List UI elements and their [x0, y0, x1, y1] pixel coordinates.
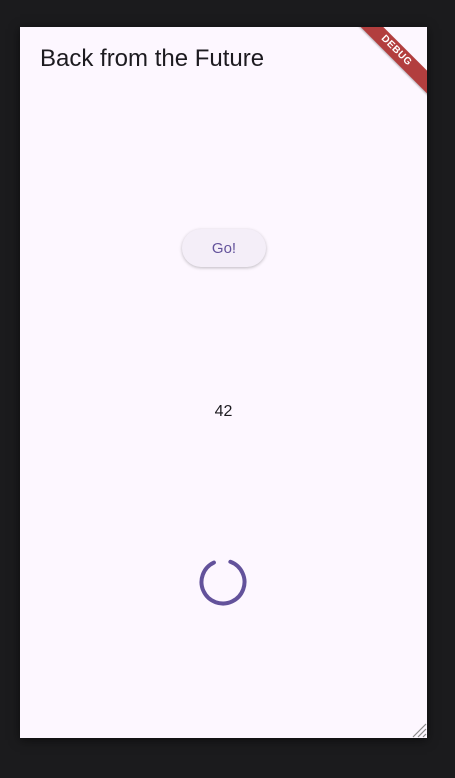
resize-grip-icon[interactable] [409, 720, 427, 738]
circular-progress-icon [199, 558, 247, 606]
app-bar: Back from the Future [20, 27, 427, 95]
go-button[interactable]: Go! [182, 229, 266, 267]
app-title: Back from the Future [40, 45, 265, 72]
result-value: 42 [214, 403, 233, 420]
app-window: Back from the Future DEBUG Go! 42 [20, 27, 427, 738]
